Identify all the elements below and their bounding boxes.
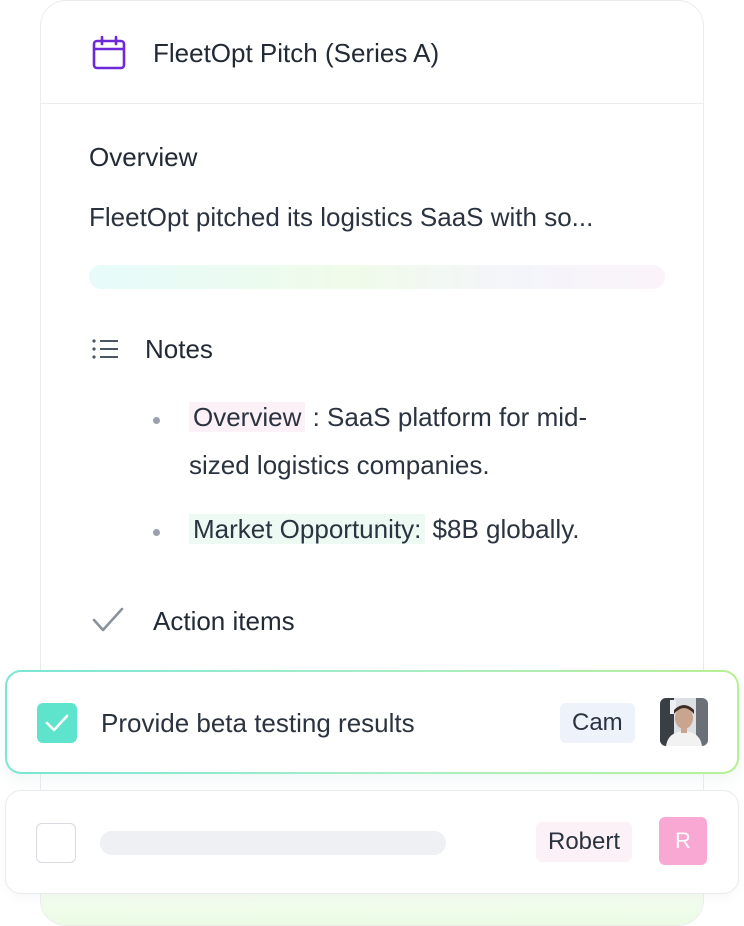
- action-item-text: Provide beta testing results: [101, 708, 415, 738]
- avatar[interactable]: R: [659, 817, 707, 865]
- notes-heading: Notes: [145, 334, 213, 364]
- assignee-chip[interactable]: Cam: [560, 703, 635, 743]
- note-bullet: [153, 417, 160, 424]
- calendar-icon: [92, 35, 126, 70]
- avatar[interactable]: [660, 698, 708, 746]
- note-item: Market Opportunity: $8B globally.: [189, 505, 639, 553]
- action-item-row[interactable]: Robert R: [5, 790, 739, 894]
- note-highlight: Overview: [189, 402, 306, 432]
- action-item-row[interactable]: Provide beta testing results Cam: [5, 670, 739, 774]
- action-items-heading: Action items: [153, 606, 295, 636]
- meeting-card: FleetOpt Pitch (Series A) Overview Fleet…: [40, 0, 704, 926]
- overview-heading: Overview: [89, 142, 198, 172]
- action-item-text-placeholder: [100, 831, 446, 855]
- overview-loading-bar: [89, 265, 665, 289]
- checkmark-icon: [45, 714, 69, 732]
- note-highlight: Market Opportunity:: [189, 514, 426, 544]
- note-text: $8B globally.: [425, 514, 580, 544]
- check-icon: [92, 607, 124, 632]
- overview-summary: FleetOpt pitched its logistics SaaS with…: [89, 202, 594, 232]
- action-item-checkbox[interactable]: [36, 823, 76, 863]
- avatar-photo-icon: [660, 698, 708, 746]
- list-icon: [92, 339, 118, 359]
- note-item: Overview : SaaS platform for mid-sized l…: [189, 393, 639, 489]
- action-item-checkbox[interactable]: [37, 703, 77, 743]
- assignee-chip[interactable]: Robert: [536, 822, 633, 862]
- card-header: FleetOpt Pitch (Series A): [41, 1, 703, 104]
- note-bullet: [153, 529, 160, 536]
- meeting-notes-stage: FleetOpt Pitch (Series A) Overview Fleet…: [0, 0, 744, 926]
- card-title: FleetOpt Pitch (Series A): [153, 38, 440, 68]
